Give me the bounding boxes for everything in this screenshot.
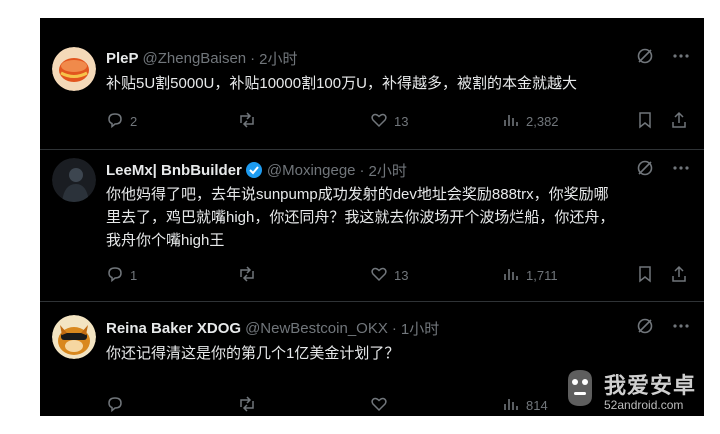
- like-count: 13: [394, 267, 409, 283]
- reply-count: 2: [130, 113, 138, 129]
- tweet-header: LeeMx| BnbBuilder @Moxingege · 2小时: [106, 160, 407, 180]
- reply-count: 1: [130, 267, 138, 283]
- tweet-top-actions: [636, 160, 690, 180]
- author-handle[interactable]: @ZhengBaisen: [143, 50, 247, 67]
- grok-icon[interactable]: [636, 47, 654, 70]
- separator-dot: ·: [359, 161, 365, 179]
- tweet-time[interactable]: 1小时: [401, 318, 439, 339]
- views-count: 814: [526, 397, 548, 413]
- bookmark-icon: [636, 265, 654, 286]
- tweet-header: PleP @ZhengBaisen · 2小时: [106, 48, 298, 68]
- watermark-text: 我爱安卓: [604, 373, 697, 398]
- separator-dot: ·: [250, 49, 256, 67]
- watermark-logo-icon: [562, 366, 598, 415]
- like-button[interactable]: 13: [370, 264, 408, 286]
- reply-button[interactable]: 2: [106, 110, 137, 132]
- avatar[interactable]: [52, 158, 96, 202]
- like-button[interactable]: 13: [370, 110, 408, 132]
- watermark-url: 52android.com: [604, 398, 684, 412]
- tweet-text-line: 我舟你个嘴high王: [106, 232, 225, 249]
- more-icon[interactable]: [672, 159, 690, 182]
- views-button[interactable]: 1,711: [502, 264, 558, 286]
- author-name[interactable]: LeeMx| BnbBuilder: [106, 162, 242, 179]
- grok-icon[interactable]: [636, 317, 654, 340]
- repost-button[interactable]: [237, 394, 263, 416]
- tweet-top-actions: [636, 48, 690, 68]
- author-handle[interactable]: @Moxingege: [267, 162, 356, 179]
- views-icon: [502, 265, 520, 286]
- like-icon: [370, 265, 388, 286]
- repost-button[interactable]: [237, 264, 263, 286]
- bookmark-button[interactable]: [636, 110, 654, 132]
- tweet-feed: PleP @ZhengBaisen · 2小时 补贴5U割5000U，补贴100…: [40, 18, 704, 416]
- more-icon[interactable]: [672, 317, 690, 340]
- like-icon: [370, 111, 388, 132]
- watermark: 我爱安卓 52android.com: [562, 362, 712, 418]
- views-button[interactable]: 814: [502, 394, 548, 416]
- views-count: 2,382: [526, 113, 559, 129]
- share-icon: [670, 111, 688, 132]
- views-count: 1,711: [526, 267, 558, 283]
- tweet[interactable]: LeeMx| BnbBuilder @Moxingege · 2小时 你他妈得了…: [40, 150, 704, 300]
- tweet-text-line: 里去了，鸡巴就嘴high，你还同舟？我这就去你波场开个波场烂船，你还舟，: [106, 209, 615, 226]
- reply-button[interactable]: 1: [106, 264, 137, 286]
- views-button[interactable]: 2,382: [502, 110, 559, 132]
- tweet-text: 补贴5U割5000U，补贴10000割100万U，补得越多，被割的本金就越大: [106, 75, 577, 92]
- like-count: 13: [394, 113, 409, 129]
- reply-icon: [106, 395, 124, 416]
- tweet-time[interactable]: 2小时: [369, 160, 407, 181]
- avatar[interactable]: [52, 47, 96, 91]
- separator-dot: ·: [391, 319, 397, 337]
- tweet-text-line: 你他妈得了吧，去年说sunpump成功发射的dev地址会奖励888trx，你奖励…: [106, 186, 609, 203]
- more-icon[interactable]: [672, 47, 690, 70]
- bookmark-button[interactable]: [636, 264, 654, 286]
- like-button[interactable]: [370, 394, 394, 416]
- reply-icon: [106, 265, 124, 286]
- avatar[interactable]: [52, 315, 96, 359]
- reply-button[interactable]: [106, 394, 130, 416]
- like-icon: [370, 395, 388, 416]
- tweet-text: 你他妈得了吧，去年说sunpump成功发射的dev地址会奖励888trx，你奖励…: [106, 183, 686, 252]
- share-icon: [670, 265, 688, 286]
- verified-icon: [245, 161, 263, 179]
- author-handle[interactable]: @NewBestcoin_OKX: [245, 320, 388, 337]
- tweet-actions: 1 13 1,711: [106, 264, 690, 286]
- repost-button[interactable]: [237, 110, 263, 132]
- repost-icon: [237, 265, 257, 286]
- tweet[interactable]: PleP @ZhengBaisen · 2小时 补贴5U割5000U，补贴100…: [40, 30, 704, 150]
- grok-icon[interactable]: [636, 159, 654, 182]
- tweet-time[interactable]: 2小时: [259, 48, 297, 69]
- share-button[interactable]: [670, 264, 688, 286]
- repost-icon: [237, 111, 257, 132]
- bookmark-icon: [636, 111, 654, 132]
- tweet-header: Reina Baker XDOG @NewBestcoin_OKX · 1小时: [106, 318, 439, 338]
- tweet-top-actions: [636, 318, 690, 338]
- share-button[interactable]: [670, 110, 688, 132]
- author-name[interactable]: PleP: [106, 50, 139, 67]
- tweet-actions: 2 13 2,382: [106, 110, 690, 132]
- author-name[interactable]: Reina Baker XDOG: [106, 320, 241, 337]
- views-icon: [502, 111, 520, 132]
- reply-icon: [106, 111, 124, 132]
- views-icon: [502, 395, 520, 416]
- repost-icon: [237, 395, 257, 416]
